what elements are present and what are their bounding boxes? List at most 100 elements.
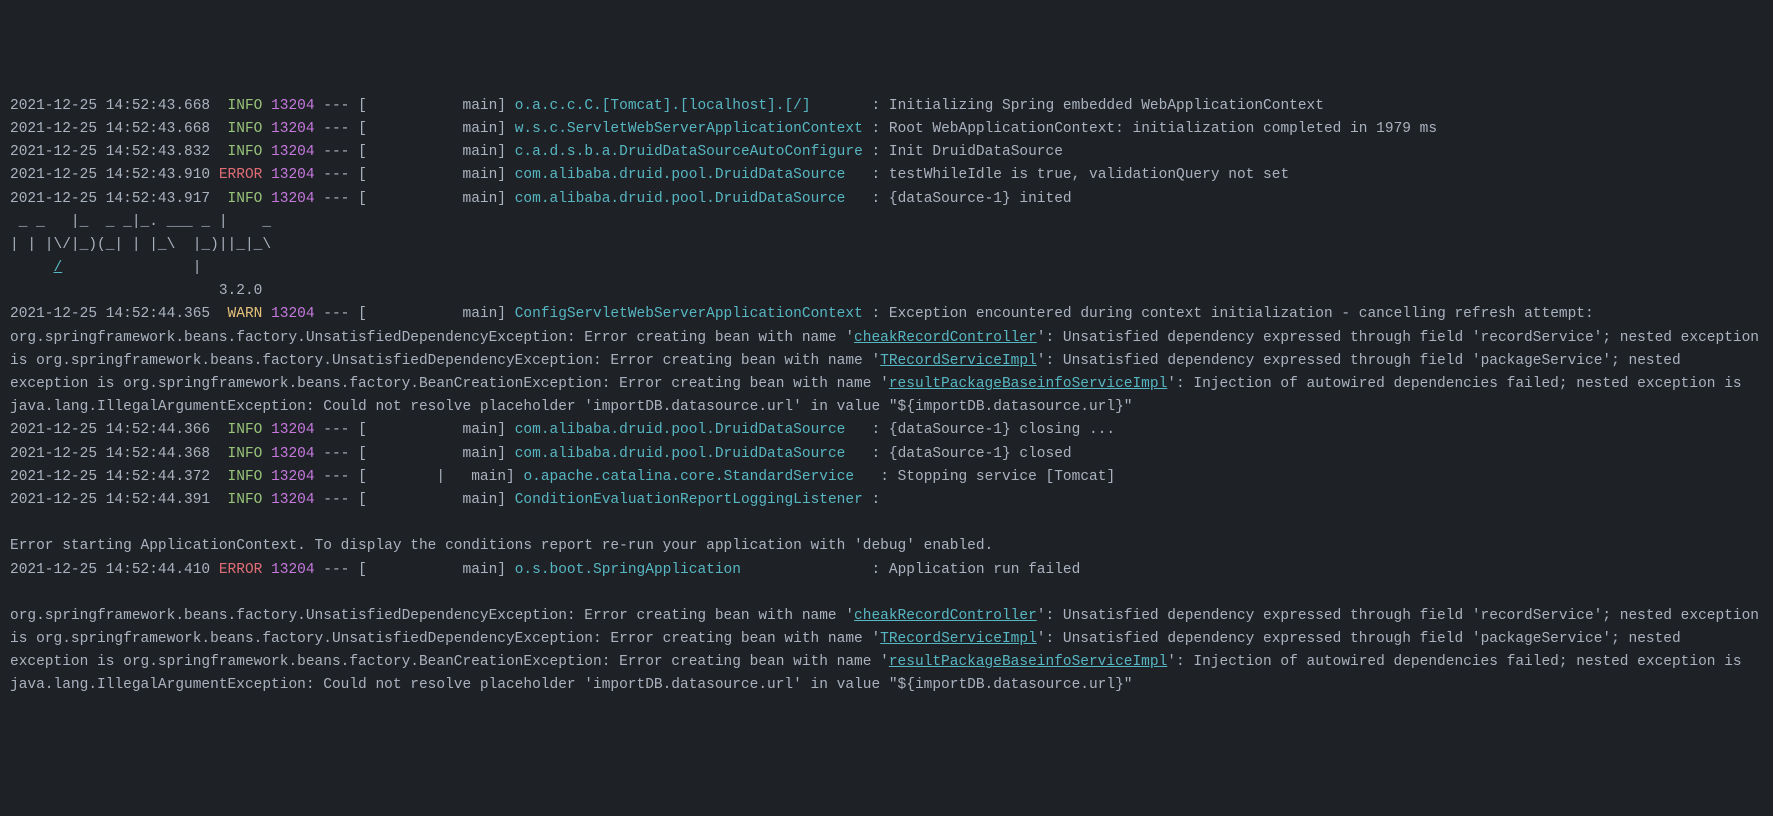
log-thread: --- [ main] <box>315 191 515 207</box>
log-message: : {dataSource-1} closed <box>863 446 1072 462</box>
log-pid: 13204 <box>271 469 315 485</box>
log-thread: --- [ main] <box>315 562 515 578</box>
ascii-banner <box>10 260 54 276</box>
log-thread: main] <box>445 469 523 485</box>
log-line: 2021-12-25 14:52:44.365 WARN 13204 --- [… <box>10 303 1763 419</box>
exception-link[interactable]: cheakRecordController <box>854 608 1037 624</box>
log-logger: w.s.c.ServletWebServerApplicationContext <box>515 121 863 137</box>
log-level: INFO <box>210 144 271 160</box>
log-line: 3.2.0 <box>10 280 1763 303</box>
log-level: INFO <box>210 191 271 207</box>
log-pid: 13204 <box>271 144 315 160</box>
ascii-banner: | <box>62 260 280 276</box>
ascii-banner: _ _ |_ _ _|_. ___ _ | _ <box>10 214 280 230</box>
log-level: WARN <box>210 306 271 322</box>
log-line: / | <box>10 257 1763 280</box>
log-thread: --- [ main] <box>315 422 515 438</box>
ascii-banner: | | |\/|_)(_| | |_\ |_)||_|_\ <box>10 237 280 253</box>
exception-link[interactable]: resultPackageBaseinfoServiceImpl <box>889 376 1167 392</box>
log-line: 2021-12-25 14:52:44.372 INFO 13204 --- [… <box>10 466 1763 489</box>
log-line: 2021-12-25 14:52:44.368 INFO 13204 --- [… <box>10 443 1763 466</box>
log-timestamp: 2021-12-25 14:52:43.668 <box>10 121 210 137</box>
log-line: org.springframework.beans.factory.Unsati… <box>10 605 1763 698</box>
log-logger: com.alibaba.druid.pool.DruidDataSource <box>515 446 863 462</box>
log-logger: ConfigServletWebServerApplicationContext <box>515 306 863 322</box>
log-line: Error starting ApplicationContext. To di… <box>10 535 1763 558</box>
log-thread: --- [ main] <box>315 167 515 183</box>
log-pid: 13204 <box>271 167 315 183</box>
log-pid: 13204 <box>271 121 315 137</box>
log-thread: --- [ main] <box>315 446 515 462</box>
log-level: ERROR <box>210 562 271 578</box>
log-thread: --- [ main] <box>315 306 515 322</box>
log-pid: 13204 <box>271 562 315 578</box>
log-line <box>10 582 1763 605</box>
log-timestamp: 2021-12-25 14:52:44.372 <box>10 469 210 485</box>
log-thread: --- [ main] <box>315 492 515 508</box>
ascii-banner: 3.2.0 <box>10 283 271 299</box>
log-message: : {dataSource-1} inited <box>863 191 1072 207</box>
log-message: : testWhileIdle is true, validationQuery… <box>863 167 1289 183</box>
log-message: : Initializing Spring embedded WebApplic… <box>863 98 1324 114</box>
log-logger: c.a.d.s.b.a.DruidDataSourceAutoConfigure <box>515 144 863 160</box>
log-level: INFO <box>210 121 271 137</box>
exception-link[interactable]: TRecordServiceImpl <box>880 631 1037 647</box>
log-timestamp: 2021-12-25 14:52:44.391 <box>10 492 210 508</box>
log-line: 2021-12-25 14:52:44.391 INFO 13204 --- [… <box>10 489 1763 512</box>
log-thread: --- [ <box>315 469 437 485</box>
log-logger: com.alibaba.druid.pool.DruidDataSource <box>515 191 863 207</box>
log-line: | | |\/|_)(_| | |_\ |_)||_|_\ <box>10 234 1763 257</box>
log-message: : {dataSource-1} closing ... <box>863 422 1115 438</box>
log-logger: com.alibaba.druid.pool.DruidDataSource <box>515 167 863 183</box>
exception-link[interactable]: resultPackageBaseinfoServiceImpl <box>889 654 1167 670</box>
exception-text: org.springframework.beans.factory.Unsati… <box>10 608 854 624</box>
log-pid: 13204 <box>271 306 315 322</box>
log-thread: --- [ main] <box>315 121 515 137</box>
log-pid: 13204 <box>271 446 315 462</box>
log-level: INFO <box>210 422 271 438</box>
log-level: INFO <box>210 446 271 462</box>
log-timestamp: 2021-12-25 14:52:43.832 <box>10 144 210 160</box>
log-line: 2021-12-25 14:52:43.668 INFO 13204 --- [… <box>10 118 1763 141</box>
log-timestamp: 2021-12-25 14:52:44.368 <box>10 446 210 462</box>
exception-link[interactable]: TRecordServiceImpl <box>880 353 1037 369</box>
log-line: 2021-12-25 14:52:43.910 ERROR 13204 --- … <box>10 164 1763 187</box>
log-level: INFO <box>210 469 271 485</box>
log-message: : Application run failed <box>863 562 1081 578</box>
log-timestamp: 2021-12-25 14:52:44.365 <box>10 306 210 322</box>
log-logger: ConditionEvaluationReportLoggingListener <box>515 492 863 508</box>
log-message: : Stopping service [Tomcat] <box>872 469 1116 485</box>
log-pid: 13204 <box>271 492 315 508</box>
log-level: INFO <box>210 98 271 114</box>
log-line <box>10 512 1763 535</box>
log-line: _ _ |_ _ _|_. ___ _ | _ <box>10 211 1763 234</box>
log-level: ERROR <box>210 167 271 183</box>
log-pid: 13204 <box>271 191 315 207</box>
log-line: 2021-12-25 14:52:44.366 INFO 13204 --- [… <box>10 419 1763 442</box>
log-logger: o.apache.catalina.core.StandardService <box>523 469 871 485</box>
log-timestamp: 2021-12-25 14:52:44.410 <box>10 562 210 578</box>
log-timestamp: 2021-12-25 14:52:43.910 <box>10 167 210 183</box>
log-thread: --- [ main] <box>315 98 515 114</box>
log-logger: o.a.c.c.C.[Tomcat].[localhost].[/] <box>515 98 863 114</box>
log-timestamp: 2021-12-25 14:52:43.917 <box>10 191 210 207</box>
log-message: : Init DruidDataSource <box>863 144 1063 160</box>
log-timestamp: 2021-12-25 14:52:44.366 <box>10 422 210 438</box>
console-log-output: 2021-12-25 14:52:43.668 INFO 13204 --- [… <box>10 95 1763 698</box>
log-logger: com.alibaba.druid.pool.DruidDataSource <box>515 422 863 438</box>
log-timestamp: 2021-12-25 14:52:43.668 <box>10 98 210 114</box>
log-level: INFO <box>210 492 271 508</box>
log-logger: o.s.boot.SpringApplication <box>515 562 863 578</box>
log-line: 2021-12-25 14:52:44.410 ERROR 13204 --- … <box>10 559 1763 582</box>
log-pid: 13204 <box>271 98 315 114</box>
log-line: 2021-12-25 14:52:43.668 INFO 13204 --- [… <box>10 95 1763 118</box>
log-pid: 13204 <box>271 422 315 438</box>
log-message: Error starting ApplicationContext. To di… <box>10 538 993 554</box>
banner-link[interactable]: / <box>54 260 63 276</box>
log-line: 2021-12-25 14:52:43.832 INFO 13204 --- [… <box>10 141 1763 164</box>
log-message: : <box>863 492 889 508</box>
log-message: : Root WebApplicationContext: initializa… <box>863 121 1437 137</box>
text-cursor: | <box>436 469 445 485</box>
log-line: 2021-12-25 14:52:43.917 INFO 13204 --- [… <box>10 188 1763 211</box>
exception-link[interactable]: cheakRecordController <box>854 330 1037 346</box>
